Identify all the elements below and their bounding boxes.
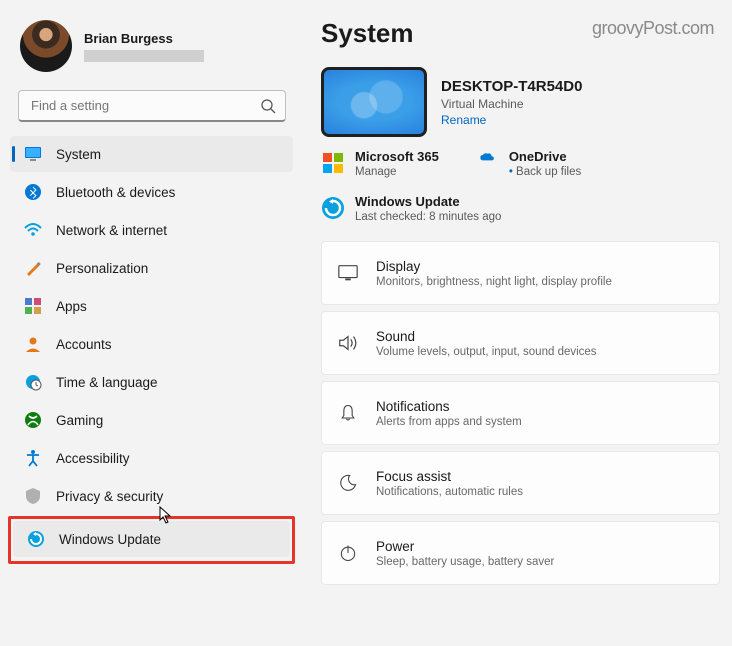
windows-update-highlight: Windows Update [8,516,295,564]
paint-icon [24,259,42,277]
wifi-icon [24,221,42,239]
shield-icon [24,487,42,505]
apps-icon [24,297,42,315]
service-title: OneDrive [509,149,581,164]
sidebar-item-apps[interactable]: Apps [10,288,293,324]
card-focus-assist[interactable]: Focus assist Notifications, automatic ru… [321,451,720,515]
update-icon [321,196,345,220]
sidebar-item-personalization[interactable]: Personalization [10,250,293,286]
card-title: Sound [376,329,597,344]
sidebar-item-label: System [56,147,101,162]
rename-link[interactable]: Rename [441,113,582,127]
sidebar-item-network[interactable]: Network & internet [10,212,293,248]
card-title: Notifications [376,399,522,414]
card-sub: Monitors, brightness, night light, displ… [376,276,612,288]
sidebar-item-label: Privacy & security [56,489,163,504]
sidebar-item-bluetooth[interactable]: Bluetooth & devices [10,174,293,210]
windows-update-status[interactable]: Windows Update Last checked: 8 minutes a… [321,188,720,241]
sidebar-item-label: Apps [56,299,87,314]
service-sub: Back up files [509,166,581,178]
service-m365[interactable]: Microsoft 365 Manage [321,149,439,178]
person-icon [24,335,42,353]
m365-icon [321,151,345,175]
search-input[interactable] [18,90,286,122]
card-power[interactable]: Power Sleep, battery usage, battery save… [321,521,720,585]
device-name: DESKTOP-T4R54D0 [441,78,582,95]
service-title: Microsoft 365 [355,149,439,164]
update-sub: Last checked: 8 minutes ago [355,211,501,223]
card-title: Focus assist [376,469,523,484]
card-sound[interactable]: Sound Volume levels, output, input, soun… [321,311,720,375]
sidebar-item-system[interactable]: System [10,136,293,172]
update-title: Windows Update [355,194,501,209]
globe-clock-icon [24,373,42,391]
monitor-icon [24,145,42,163]
bell-icon [336,401,360,425]
service-sub: Manage [355,166,439,178]
card-title: Power [376,539,554,554]
profile-block[interactable]: Brian Burgess [4,16,299,88]
device-thumbnail[interactable] [321,67,427,137]
sidebar-item-label: Accessibility [56,451,130,466]
xbox-icon [24,411,42,429]
bluetooth-icon [24,183,42,201]
sidebar-item-label: Bluetooth & devices [56,185,175,200]
sidebar-item-label: Time & language [56,375,158,390]
page-title: System [321,18,414,49]
settings-nav: System Bluetooth & devices Network & int… [4,136,299,642]
sidebar-item-label: Accounts [56,337,112,352]
power-icon [336,541,360,565]
card-notifications[interactable]: Notifications Alerts from apps and syste… [321,381,720,445]
sidebar-item-label: Personalization [56,261,148,276]
sidebar-item-time[interactable]: Time & language [10,364,293,400]
onedrive-icon [475,151,499,175]
sidebar-item-label: Gaming [56,413,103,428]
moon-icon [336,471,360,495]
sidebar-item-label: Windows Update [59,532,161,547]
card-sub: Sleep, battery usage, battery saver [376,556,554,568]
profile-email-redacted [84,50,204,62]
sidebar-item-label: Network & internet [56,223,167,238]
card-sub: Notifications, automatic rules [376,486,523,498]
sidebar-item-windows-update[interactable]: Windows Update [13,521,290,557]
search-box[interactable] [18,90,286,122]
sidebar-item-gaming[interactable]: Gaming [10,402,293,438]
watermark: groovyPost.com [592,18,720,39]
service-onedrive[interactable]: OneDrive Back up files [475,149,581,178]
sidebar-item-accessibility[interactable]: Accessibility [10,440,293,476]
sidebar-item-privacy[interactable]: Privacy & security [10,478,293,514]
sidebar-item-accounts[interactable]: Accounts [10,326,293,362]
accessibility-icon [24,449,42,467]
sound-icon [336,331,360,355]
profile-name: Brian Burgess [84,31,204,46]
update-icon [27,530,45,548]
display-icon [336,261,360,285]
device-type: Virtual Machine [441,97,582,111]
card-sub: Alerts from apps and system [376,416,522,428]
card-title: Display [376,259,612,274]
search-icon [260,98,276,114]
card-sub: Volume levels, output, input, sound devi… [376,346,597,358]
card-display[interactable]: Display Monitors, brightness, night ligh… [321,241,720,305]
avatar [20,20,72,72]
